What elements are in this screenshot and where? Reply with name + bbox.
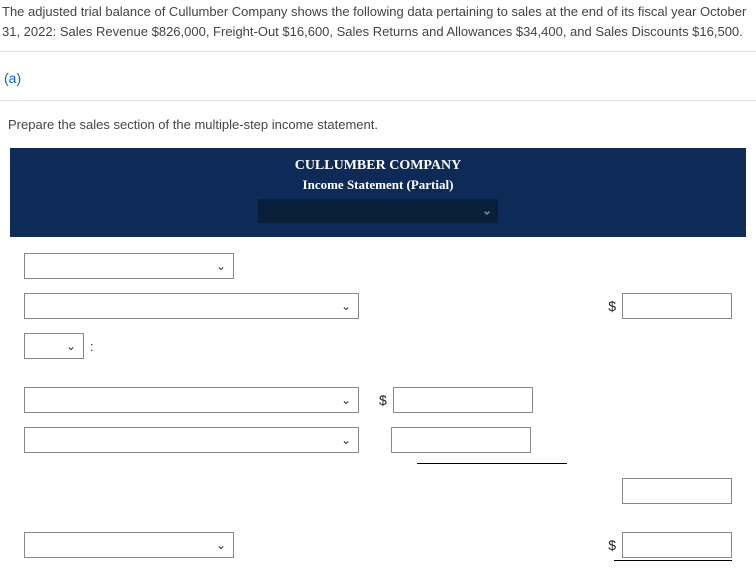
problem-text: The adjusted trial balance of Cullumber …	[0, 0, 756, 52]
row2-amount-group: $	[608, 293, 732, 319]
row7-select[interactable]	[24, 532, 234, 558]
period-select[interactable]	[258, 199, 498, 223]
dollar-sign: $	[379, 392, 387, 408]
company-name: CULLUMBER COMPANY	[10, 158, 746, 177]
row3-colon: :	[90, 339, 94, 354]
row6-amount-group	[622, 478, 732, 504]
row-5: ⌄	[24, 427, 732, 453]
part-label: (a)	[0, 52, 756, 101]
row5-select-wrap: ⌄	[24, 427, 359, 453]
final-underline	[614, 560, 732, 561]
row2-select-wrap: ⌄	[24, 293, 359, 319]
subtotal-underline	[417, 463, 567, 464]
row4-select-wrap: ⌄	[24, 387, 359, 413]
statement-subtitle: Income Statement (Partial)	[10, 177, 746, 199]
row5-amount-group	[391, 427, 531, 453]
row2-select[interactable]	[24, 293, 359, 319]
worksheet: CULLUMBER COMPANY Income Statement (Part…	[10, 148, 746, 571]
instruction-text: Prepare the sales section of the multipl…	[0, 101, 756, 148]
row-2: ⌄ $	[24, 293, 732, 319]
row4-select[interactable]	[24, 387, 359, 413]
row7-amount-input[interactable]	[622, 532, 732, 558]
row5-amount-input[interactable]	[391, 427, 531, 453]
row-6	[24, 478, 732, 504]
row5-select[interactable]	[24, 427, 359, 453]
row7-amount-group: $	[608, 532, 732, 558]
row7-select-wrap: ⌄	[24, 532, 234, 558]
period-select-wrap: ⌄	[258, 199, 498, 223]
row1-select[interactable]	[24, 253, 234, 279]
row3-select-wrap: ⌄	[24, 333, 84, 359]
row-1: ⌄	[24, 253, 732, 279]
statement-header: CULLUMBER COMPANY Income Statement (Part…	[10, 148, 746, 237]
row6-amount-input[interactable]	[622, 478, 732, 504]
worksheet-body: ⌄ ⌄ $ ⌄ : ⌄	[10, 237, 746, 571]
dollar-sign: $	[608, 298, 616, 314]
row-3: ⌄ :	[24, 333, 732, 359]
row1-select-wrap: ⌄	[24, 253, 234, 279]
row2-amount-input[interactable]	[622, 293, 732, 319]
row3-select[interactable]	[24, 333, 84, 359]
dollar-sign: $	[608, 537, 616, 553]
row4-amount-group: $	[379, 387, 533, 413]
row-7: ⌄ $	[24, 532, 732, 558]
row4-amount-input[interactable]	[393, 387, 533, 413]
row-4: ⌄ $	[24, 387, 732, 413]
